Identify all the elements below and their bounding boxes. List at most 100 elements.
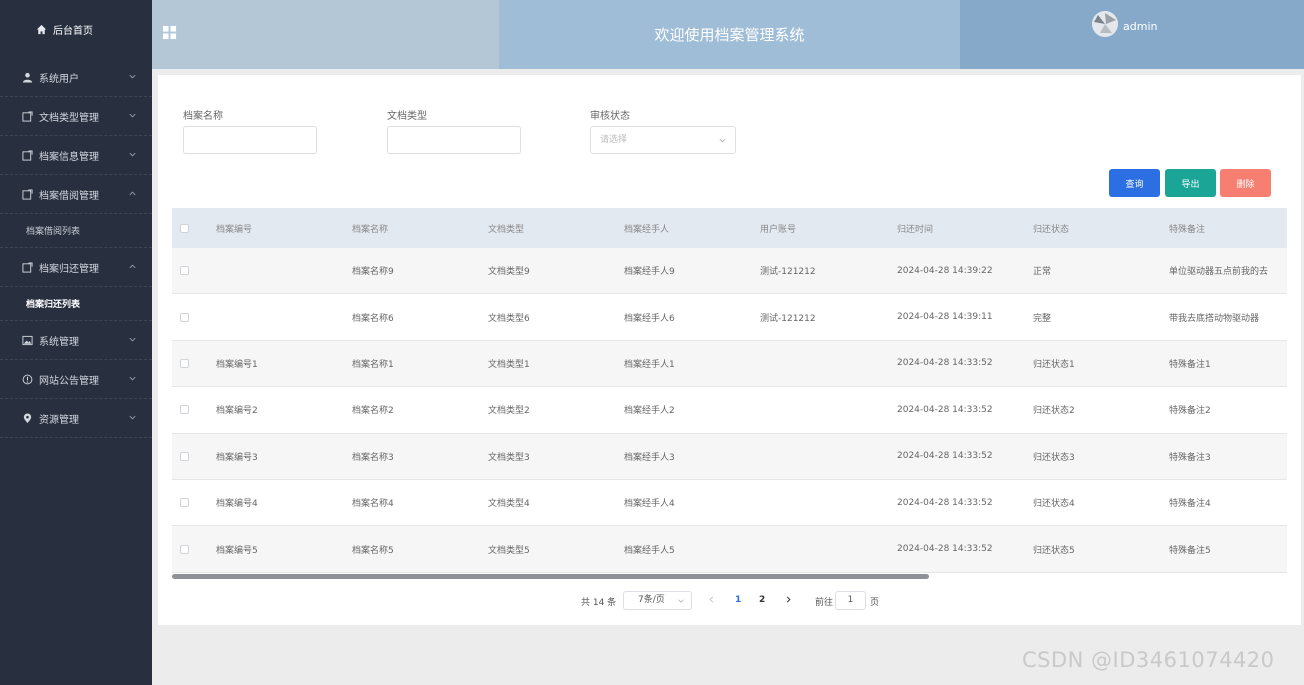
filter-type-label: 文档类型 xyxy=(387,111,427,122)
sidebar-subitem-borrow-list[interactable]: 档案借阅列表 xyxy=(0,214,152,248)
doc-type-input[interactable] xyxy=(387,126,521,154)
col-header: 文档类型 xyxy=(488,224,525,235)
cell: 档案名称2 xyxy=(352,406,394,417)
cell: 2024-04-28 14:33:52 xyxy=(897,497,993,508)
sidebar-item-label: 档案借阅管理 xyxy=(39,190,99,202)
page-size-value: 7条/页 xyxy=(638,595,665,605)
cell: 档案编号2 xyxy=(216,406,258,417)
page-number-1[interactable]: 1 xyxy=(735,595,741,605)
cell: 完整 xyxy=(1033,313,1052,324)
chevron-down-icon xyxy=(129,113,136,118)
cell: 文档类型5 xyxy=(488,545,530,556)
doc-edit-icon xyxy=(22,149,33,161)
sidebar-item-label: 网站公告管理 xyxy=(39,375,99,387)
chevron-up-icon xyxy=(129,264,136,269)
sidebar-item-resources[interactable]: 资源管理 xyxy=(0,399,152,438)
avatar[interactable] xyxy=(1092,11,1118,37)
row-checkbox[interactable] xyxy=(180,358,189,368)
col-header: 档案编号 xyxy=(216,224,253,235)
main-card: 档案名称 文档类型 审核状态 请选择 查询 导出 删除 档案编号 档案名称 文档… xyxy=(158,75,1301,625)
delete-button[interactable]: 删除 xyxy=(1220,169,1271,197)
sidebar-item-doc-types[interactable]: 文档类型管理 xyxy=(0,97,152,136)
table-row[interactable]: 档案名称6 文档类型6 档案经手人6 测试-121212 2024-04-28 … xyxy=(172,294,1287,341)
cell: 特殊备注4 xyxy=(1169,499,1211,510)
cell: 档案经手人9 xyxy=(624,267,675,278)
cell: 归还状态2 xyxy=(1033,406,1075,417)
cell: 文档类型1 xyxy=(488,359,530,370)
sidebar-home[interactable]: 后台首页 xyxy=(0,0,152,58)
row-checkbox[interactable] xyxy=(180,405,189,415)
cell: 特殊备注2 xyxy=(1169,406,1211,417)
row-checkbox[interactable] xyxy=(180,498,189,508)
sidebar-item-label: 文档类型管理 xyxy=(39,112,99,124)
cell: 文档类型6 xyxy=(488,313,530,324)
cell: 测试-121212 xyxy=(760,267,816,278)
table-row[interactable]: 档案编号2 档案名称2 文档类型2 档案经手人2 2024-04-28 14:3… xyxy=(172,387,1287,434)
sidebar-item-return[interactable]: 档案归还管理 xyxy=(0,248,152,287)
table-row[interactable]: 档案编号3 档案名称3 文档类型3 档案经手人3 2024-04-28 14:3… xyxy=(172,433,1287,480)
sidebar-item-system[interactable]: 系统管理 xyxy=(0,321,152,360)
col-header: 用户账号 xyxy=(760,224,797,235)
sidebar-item-borrow[interactable]: 档案借阅管理 xyxy=(0,175,152,214)
select-all-checkbox[interactable] xyxy=(180,223,189,233)
chevron-down-icon xyxy=(129,376,136,381)
cell: 单位驱动器五点前我的去 xyxy=(1169,267,1269,278)
header-user: admin xyxy=(960,0,1304,69)
cell: 文档类型4 xyxy=(488,499,530,510)
export-button[interactable]: 导出 xyxy=(1165,169,1216,197)
grid-menu-icon[interactable] xyxy=(162,25,177,40)
chevron-down-icon xyxy=(678,599,684,603)
cell: 归还状态1 xyxy=(1033,359,1075,370)
table-row[interactable]: 档案编号1 档案名称1 文档类型1 档案经手人1 2024-04-28 14:3… xyxy=(172,340,1287,388)
table-row[interactable]: 档案名称9 文档类型9 档案经手人9 测试-121212 2024-04-28 … xyxy=(172,248,1287,295)
cell: 档案名称3 xyxy=(352,452,394,463)
sidebar-subitem-return-list[interactable]: 档案归还列表 xyxy=(0,287,152,321)
review-status-placeholder: 请选择 xyxy=(600,135,628,145)
cell: 文档类型3 xyxy=(488,452,530,463)
sidebar-item-archive-info[interactable]: 档案信息管理 xyxy=(0,136,152,175)
cell: 档案编号3 xyxy=(216,452,258,463)
cell: 档案经手人5 xyxy=(624,545,675,556)
cell: 文档类型9 xyxy=(488,267,530,278)
page-jump-input[interactable]: 1 xyxy=(835,591,866,610)
row-checkbox[interactable] xyxy=(180,451,189,461)
cell: 档案编号1 xyxy=(216,359,258,370)
data-table: 档案编号 档案名称 文档类型 档案经手人 用户账号 归还时间 归还状态 特殊备注… xyxy=(172,208,1287,574)
username[interactable]: admin xyxy=(1123,20,1157,33)
cell: 档案经手人6 xyxy=(624,313,675,324)
sidebar-item-label: 档案信息管理 xyxy=(39,151,99,163)
col-header: 档案名称 xyxy=(352,224,389,235)
cell: 档案编号5 xyxy=(216,545,258,556)
table-row[interactable]: 档案编号5 档案名称5 文档类型5 档案经手人5 2024-04-28 14:3… xyxy=(172,526,1287,573)
filter-status-label: 审核状态 xyxy=(590,111,630,122)
watermark: CSDN @ID3461074420 xyxy=(1022,648,1275,672)
table-header: 档案编号 档案名称 文档类型 档案经手人 用户账号 归还时间 归还状态 特殊备注 xyxy=(172,208,1287,248)
cell: 2024-04-28 14:33:52 xyxy=(897,544,993,555)
col-header: 档案经手人 xyxy=(624,224,670,235)
horizontal-scrollbar[interactable] xyxy=(172,574,929,579)
query-button[interactable]: 查询 xyxy=(1109,169,1160,197)
header-left xyxy=(152,0,499,69)
sidebar-item-users[interactable]: 系统用户 xyxy=(0,58,152,97)
goto-label: 前往 xyxy=(815,598,834,608)
location-pin-icon xyxy=(22,412,33,424)
total-count: 共 14 条 xyxy=(581,598,617,608)
doc-edit-icon xyxy=(22,188,33,200)
cell: 正常 xyxy=(1033,267,1052,278)
review-status-select[interactable]: 请选择 xyxy=(590,126,736,154)
page-size-select[interactable]: 7条/页 xyxy=(623,591,692,610)
prev-page-icon[interactable] xyxy=(707,595,716,604)
row-checkbox[interactable] xyxy=(180,266,189,276)
sidebar-item-notice[interactable]: 网站公告管理 xyxy=(0,360,152,399)
cell: 带我去底搭动物驱动器 xyxy=(1169,313,1260,324)
page-number-2[interactable]: 2 xyxy=(759,595,765,605)
table-row[interactable]: 档案编号4 档案名称4 文档类型4 档案经手人4 2024-04-28 14:3… xyxy=(172,479,1287,527)
archive-name-input[interactable] xyxy=(183,126,317,154)
row-checkbox[interactable] xyxy=(180,544,189,554)
cell: 档案经手人1 xyxy=(624,359,675,370)
cell: 2024-04-28 14:39:22 xyxy=(897,265,993,276)
next-page-icon[interactable] xyxy=(784,595,793,604)
page-title: 欢迎使用档案管理系统 xyxy=(654,26,805,44)
cell: 档案名称1 xyxy=(352,359,394,370)
row-checkbox[interactable] xyxy=(180,312,189,322)
